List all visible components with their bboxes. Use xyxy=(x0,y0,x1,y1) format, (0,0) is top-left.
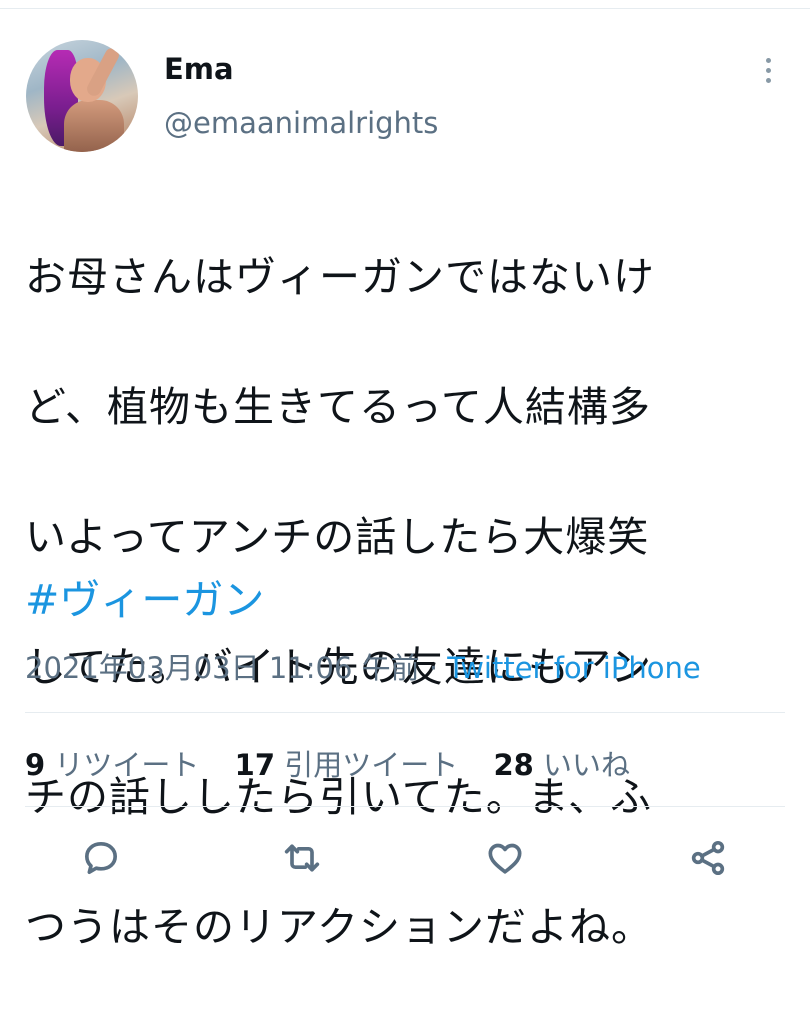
quotes-label: 引用ツイート xyxy=(284,748,459,782)
likes-count: 28 xyxy=(493,748,534,782)
quotes-stat[interactable]: 17 引用ツイート xyxy=(235,748,459,782)
like-button[interactable] xyxy=(479,832,531,884)
likes-label: いいね xyxy=(543,748,631,782)
likes-stat[interactable]: 28 いいね xyxy=(493,748,630,782)
quotes-count: 17 xyxy=(234,748,275,782)
action-bar xyxy=(0,832,810,888)
tweet-timestamp[interactable]: 2021年03月03日 11:06 午前 xyxy=(25,651,420,685)
meta-separator: · xyxy=(419,651,448,685)
author-handle[interactable]: @emaanimalrights xyxy=(164,106,438,140)
top-divider xyxy=(0,8,810,9)
share-icon xyxy=(691,841,725,875)
hashtag-link[interactable]: #ヴィーガン xyxy=(25,570,264,630)
more-vertical-icon[interactable] xyxy=(758,58,778,88)
share-button[interactable] xyxy=(682,832,734,884)
tweet-text-line: いよってアンチの話したら大爆笑 xyxy=(25,513,650,561)
avatar[interactable] xyxy=(26,40,138,152)
author-name[interactable]: Ema xyxy=(164,52,234,86)
tweet-text-line: お母さんはヴィーガンではないけ xyxy=(25,253,655,301)
heart-icon xyxy=(488,843,522,874)
tweet-text-line: つうはそのリアクションだよね。 xyxy=(25,903,653,951)
divider xyxy=(25,806,785,807)
tweet-text-line: ど、植物も生きてるって人結構多 xyxy=(25,383,651,431)
reply-icon xyxy=(85,842,117,874)
retweets-count: 9 xyxy=(25,748,46,782)
retweets-stat[interactable]: 9 リツイート xyxy=(25,748,199,782)
retweet-button[interactable] xyxy=(276,832,328,884)
tweet-source-link[interactable]: Twitter for iPhone xyxy=(447,651,700,685)
retweet-icon xyxy=(284,844,320,872)
tweet-stats: 9 リツイート 17 引用ツイート 28 いいね xyxy=(25,742,656,784)
tweet-meta: 2021年03月03日 11:06 午前 · Twitter for iPhon… xyxy=(25,645,701,687)
divider xyxy=(25,712,785,713)
reply-button[interactable] xyxy=(75,832,127,884)
retweets-label: リツイート xyxy=(54,748,200,782)
